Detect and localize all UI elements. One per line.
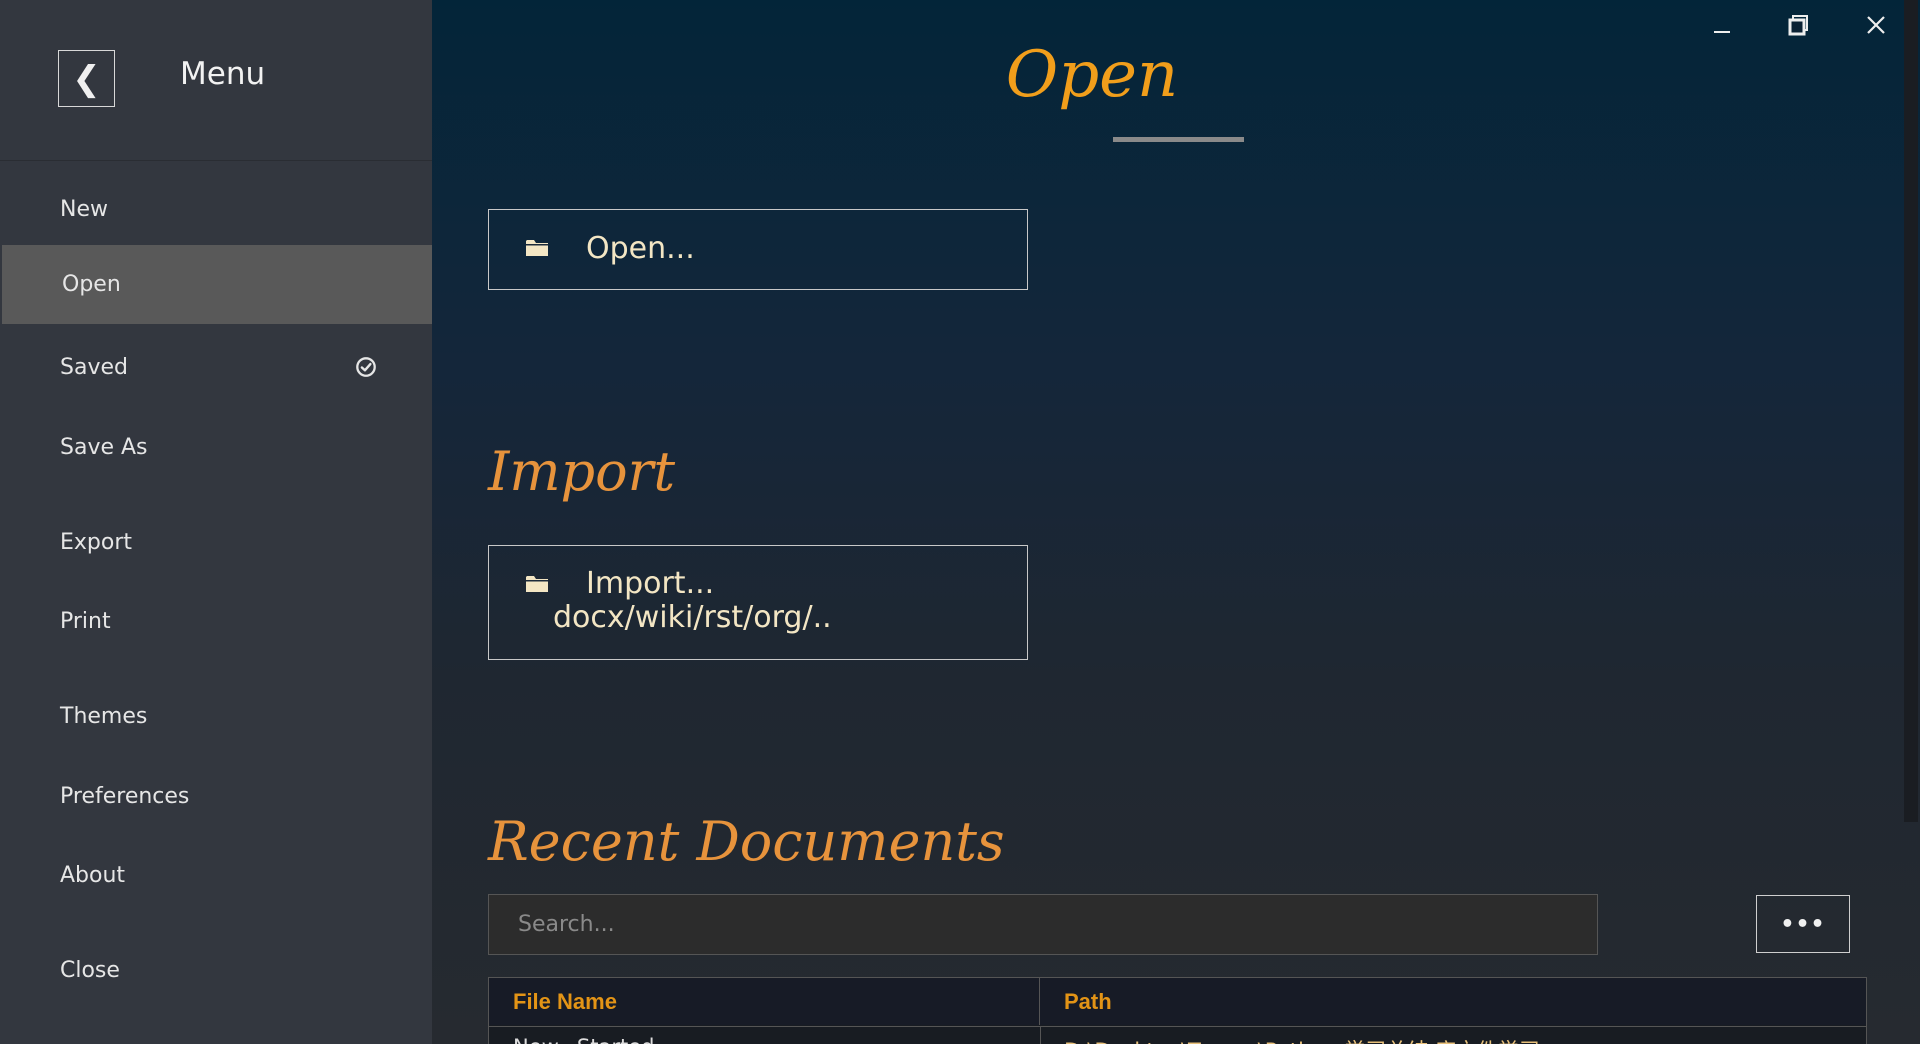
more-options-button[interactable]: ••• [1756, 895, 1850, 953]
check-circle-icon [356, 357, 376, 377]
search-input[interactable] [488, 894, 1598, 955]
import-button-label: Import... [586, 566, 715, 601]
more-icon: ••• [1780, 911, 1826, 937]
column-header-file-name[interactable]: File Name [489, 978, 1040, 1025]
column-header-path[interactable]: Path [1040, 978, 1866, 1025]
open-file-button[interactable]: Open... [488, 209, 1028, 290]
sidebar-item-open[interactable]: Open [2, 245, 432, 324]
minimize-button[interactable] [1699, 8, 1745, 42]
sidebar-item-label: Close [60, 958, 120, 983]
folder-icon [526, 576, 548, 592]
sidebar-item-label: Save As [60, 435, 148, 460]
sidebar-item-about[interactable]: About [0, 836, 432, 915]
sidebar-item-close[interactable]: Close [0, 931, 432, 1010]
sidebar-header: ❮ Menu [0, 0, 432, 161]
sidebar-item-label: Export [60, 530, 133, 555]
chevron-left-icon: ❮ [72, 58, 101, 99]
recent-documents-title: Recent Documents [488, 810, 1005, 873]
import-button-formats: docx/wiki/rst/org/.. [553, 600, 832, 635]
sidebar-menu: ❮ Menu New Open Saved Save As Export Pri… [0, 0, 432, 1044]
restore-button[interactable] [1776, 8, 1822, 42]
sidebar-item-print[interactable]: Print [0, 582, 432, 661]
sidebar-item-label: Themes [60, 704, 148, 729]
close-window-button[interactable] [1853, 8, 1899, 42]
main-panel: Open Open... Import Import... docx/wiki/… [432, 0, 1920, 1044]
column-header-label: File Name [513, 988, 617, 1014]
sidebar-item-save-as[interactable]: Save As [0, 408, 432, 487]
scrollbar[interactable] [1904, 0, 1918, 822]
sidebar-item-new[interactable]: New [0, 170, 432, 249]
title-underline [1113, 137, 1244, 142]
sidebar-item-label: Saved [60, 355, 128, 380]
sidebar-item-label: About [60, 863, 126, 888]
menu-title: Menu [180, 56, 266, 92]
folder-icon [526, 240, 548, 256]
sidebar-item-export[interactable]: Export [0, 503, 432, 582]
restore-icon [1788, 15, 1808, 36]
sidebar-item-preferences[interactable]: Preferences [0, 757, 432, 836]
import-file-button[interactable]: Import... docx/wiki/rst/org/.. [488, 545, 1028, 660]
sidebar-item-label: Print [60, 609, 111, 634]
path-cell: D:\Desktop\Typora\Python 学习总结 库文件学习 [1064, 1035, 1540, 1044]
file-name-cell: New...Started... [513, 1035, 674, 1044]
minimize-icon [1714, 31, 1730, 33]
back-button[interactable]: ❮ [58, 50, 115, 107]
sidebar-item-label: Open [62, 272, 121, 297]
sidebar-item-themes[interactable]: Themes [0, 677, 432, 756]
sidebar-item-label: New [60, 197, 108, 222]
recent-documents-table: File Name Path New...Started... D:\Deskt… [488, 977, 1867, 1044]
open-section-title: Open [1005, 38, 1179, 112]
sidebar-item-label: Preferences [60, 784, 190, 809]
import-section-title: Import [488, 440, 676, 503]
close-icon [1867, 16, 1885, 34]
sidebar-item-saved[interactable]: Saved [0, 328, 432, 407]
table-row[interactable]: New...Started... D:\Desktop\Typora\Pytho… [489, 1026, 1866, 1044]
column-divider [1040, 1027, 1041, 1044]
open-button-label: Open... [586, 231, 695, 266]
column-header-label: Path [1064, 988, 1112, 1014]
